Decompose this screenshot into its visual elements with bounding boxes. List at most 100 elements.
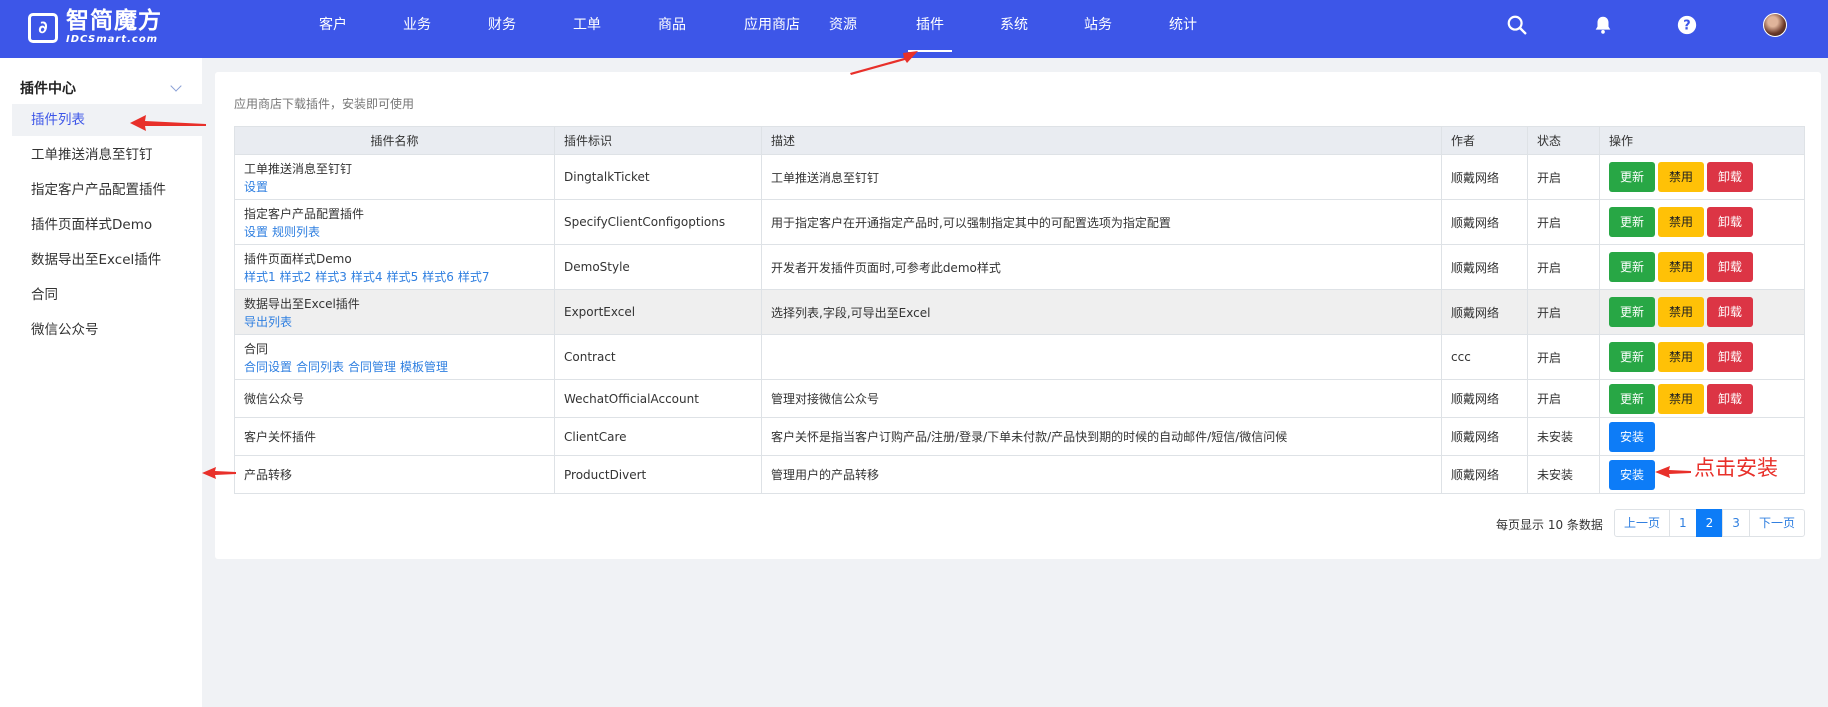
- nav-system[interactable]: 系统: [994, 0, 1034, 52]
- plugin-link[interactable]: 合同管理: [348, 360, 396, 374]
- plugin-link[interactable]: 设置: [244, 225, 268, 239]
- sidebar-item-client-config[interactable]: 指定客户产品配置插件: [12, 174, 202, 206]
- table-row: 客户关怀插件 ClientCare 客户关怀是指当客户订购产品/注册/登录/下单…: [234, 417, 1805, 456]
- uninstall-button[interactable]: 卸载: [1707, 207, 1754, 237]
- update-button[interactable]: 更新: [1609, 162, 1656, 192]
- update-button[interactable]: 更新: [1609, 342, 1656, 372]
- nav-business[interactable]: 业务: [397, 0, 437, 52]
- plugin-id: WechatOfficialAccount: [554, 379, 762, 418]
- plugin-link[interactable]: 样式7: [458, 270, 490, 284]
- install-button[interactable]: 安装: [1609, 459, 1656, 490]
- sidebar: 插件中心 插件列表 工单推送消息至钉钉 指定客户产品配置插件 插件页面样式Dem…: [0, 58, 202, 707]
- brand-logo[interactable]: ∂ 智简魔方 IDCSmart.com: [28, 10, 162, 45]
- uninstall-button[interactable]: 卸载: [1707, 162, 1754, 192]
- pagination-next[interactable]: 下一页: [1748, 509, 1805, 537]
- pagination-page[interactable]: 3: [1722, 509, 1750, 537]
- disable-button[interactable]: 禁用: [1658, 342, 1705, 372]
- disable-button[interactable]: 禁用: [1658, 207, 1705, 237]
- plugin-link[interactable]: 导出列表: [244, 315, 292, 329]
- disable-button[interactable]: 禁用: [1658, 162, 1705, 192]
- plugin-status: 开启: [1527, 199, 1600, 245]
- column-header-description: 描述: [761, 126, 1442, 155]
- nav-app-store[interactable]: 应用商店: [740, 0, 804, 52]
- plugin-description: [761, 334, 1442, 380]
- sidebar-item-export-excel[interactable]: 数据导出至Excel插件: [12, 244, 202, 276]
- plugin-author: 顺戴网络: [1441, 379, 1528, 418]
- disable-button[interactable]: 禁用: [1658, 383, 1705, 414]
- nav-tickets[interactable]: 工单: [567, 0, 607, 52]
- plugin-links: 设置 规则列表: [244, 223, 545, 240]
- plugin-author: 顺戴网络: [1441, 244, 1528, 290]
- plugin-id: DingtalkTicket: [554, 154, 762, 200]
- plugin-links: 合同设置 合同列表 合同管理 模板管理: [244, 358, 545, 375]
- install-button[interactable]: 安装: [1609, 421, 1656, 452]
- pagination-page[interactable]: 1: [1669, 509, 1697, 537]
- nav-plugins[interactable]: 插件: [908, 0, 952, 52]
- plugin-link[interactable]: 样式1: [244, 270, 276, 284]
- plugin-link[interactable]: 合同列表: [296, 360, 344, 374]
- pagination-prev[interactable]: 上一页: [1614, 509, 1671, 537]
- plugin-link[interactable]: 样式2: [280, 270, 312, 284]
- plugin-description: 开发者开发插件页面时,可参考此demo样式: [761, 244, 1442, 290]
- help-icon[interactable]: ?: [1676, 14, 1698, 36]
- nav-site-affairs[interactable]: 站务: [1078, 0, 1118, 52]
- nav-products[interactable]: 商品: [652, 0, 692, 52]
- plugin-status: 开启: [1527, 244, 1600, 290]
- plugin-name: 插件页面样式Demo: [244, 251, 352, 266]
- uninstall-button[interactable]: 卸载: [1707, 297, 1754, 327]
- column-header-actions: 操作: [1599, 126, 1805, 155]
- pagination-page-current[interactable]: 2: [1695, 509, 1724, 537]
- plugin-link[interactable]: 样式6: [422, 270, 454, 284]
- sidebar-item-contract[interactable]: 合同: [12, 279, 202, 311]
- plugin-author: 顺戴网络: [1441, 417, 1528, 456]
- nav-statistics[interactable]: 统计: [1163, 0, 1203, 52]
- plugin-name: 数据导出至Excel插件: [244, 296, 360, 311]
- disable-button[interactable]: 禁用: [1658, 252, 1705, 282]
- plugin-links: 样式1 样式2 样式3 样式4 样式5 样式6 样式7: [244, 268, 545, 285]
- plugin-description: 客户关怀是指当客户订购产品/注册/登录/下单未付款/产品快到期的时候的自动邮件/…: [761, 417, 1442, 456]
- update-button[interactable]: 更新: [1609, 297, 1656, 327]
- bell-icon[interactable]: [1592, 14, 1614, 36]
- logo-subtitle: IDCSmart.com: [66, 34, 159, 45]
- uninstall-button[interactable]: 卸载: [1707, 252, 1754, 282]
- chevron-down-icon: [170, 80, 182, 92]
- uninstall-button[interactable]: 卸载: [1707, 383, 1754, 414]
- plugin-link[interactable]: 规则列表: [272, 225, 320, 239]
- plugin-id: ProductDivert: [554, 455, 762, 494]
- plugin-author: 顺戴网络: [1441, 154, 1528, 200]
- nav-resources[interactable]: 资源: [823, 0, 863, 52]
- plugin-status: 开启: [1527, 154, 1600, 200]
- annotation-arrow-icon: [130, 115, 206, 131]
- page-hint: 应用商店下载插件，安装即可使用: [234, 97, 415, 111]
- plugin-link[interactable]: 样式4: [351, 270, 383, 284]
- nav-customers[interactable]: 客户: [313, 0, 353, 52]
- pagination: 上一页 1 2 3 下一页: [1614, 509, 1805, 537]
- update-button[interactable]: 更新: [1609, 207, 1656, 237]
- plugin-link[interactable]: 模板管理: [400, 360, 448, 374]
- table-row: 工单推送消息至钉钉 设置 DingtalkTicket 工单推送消息至钉钉 顺戴…: [234, 154, 1805, 200]
- sidebar-section-plugin-center[interactable]: 插件中心: [20, 78, 186, 98]
- sidebar-item-wechat[interactable]: 微信公众号: [12, 314, 202, 346]
- plugin-name: 微信公众号: [244, 391, 305, 406]
- update-button[interactable]: 更新: [1609, 383, 1656, 414]
- sidebar-item-dingtalk-ticket[interactable]: 工单推送消息至钉钉: [12, 139, 202, 171]
- search-icon[interactable]: [1506, 14, 1528, 36]
- table-row: 指定客户产品配置插件 设置 规则列表 SpecifyClientConfigopt…: [234, 199, 1805, 245]
- nav-finance[interactable]: 财务: [482, 0, 522, 52]
- disable-button[interactable]: 禁用: [1658, 297, 1705, 327]
- update-button[interactable]: 更新: [1609, 252, 1656, 282]
- sidebar-item-demo-style[interactable]: 插件页面样式Demo: [12, 209, 202, 241]
- plugin-link[interactable]: 样式3: [315, 270, 347, 284]
- column-header-author: 作者: [1441, 126, 1528, 155]
- uninstall-button[interactable]: 卸载: [1707, 342, 1754, 372]
- plugin-link[interactable]: 合同设置: [244, 360, 292, 374]
- plugin-links: 设置: [244, 178, 545, 195]
- plugin-link[interactable]: 设置: [244, 180, 268, 194]
- plugin-link[interactable]: 样式5: [387, 270, 419, 284]
- plugin-id: Contract: [554, 334, 762, 380]
- user-avatar[interactable]: [1763, 13, 1787, 37]
- plugin-author: ccc: [1441, 334, 1528, 380]
- plugin-description: 选择列表,字段,可导出至Excel: [761, 289, 1442, 335]
- logo-mark-icon: ∂: [28, 12, 58, 43]
- plugin-description: 管理用户的产品转移: [761, 455, 1442, 494]
